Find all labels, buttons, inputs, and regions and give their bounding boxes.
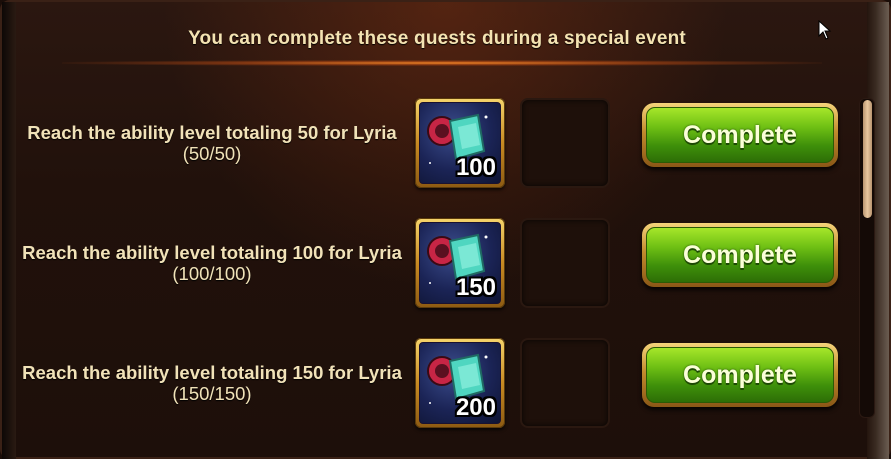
reward-slot[interactable]: 200 [415,338,505,428]
mouse-pointer-icon [818,20,832,40]
reward-slot[interactable]: 150 [415,218,505,308]
panel-title: You can complete these quests during a s… [188,28,686,49]
scrollbar-thumb[interactable] [863,100,872,218]
reward-count: 100 [455,154,496,181]
quest-progress: (100/100) [172,263,252,284]
quest-title: Reach the ability level totaling 100 for… [22,242,402,263]
scrollbar[interactable] [859,98,875,418]
complete-button[interactable]: Complete [642,103,838,167]
complete-button-label: Complete [646,347,834,403]
panel-left-edge [2,2,16,459]
quest-progress: (50/50) [182,143,242,164]
quest-panel: You can complete these quests during a s… [0,0,891,459]
complete-button-label: Complete [646,107,834,163]
quest-row: Reach the ability level totaling 100 for… [16,208,856,318]
reward-slot[interactable]: 100 [415,98,505,188]
empty-reward-slot [520,218,610,308]
quest-progress: (150/150) [172,383,252,404]
empty-reward-slot [520,338,610,428]
reward-count: 150 [455,274,496,301]
quest-row: Reach the ability level totaling 50 for … [16,88,856,198]
complete-button[interactable]: Complete [642,223,838,287]
quest-description: Reach the ability level totaling 100 for… [16,208,408,318]
reward-count: 200 [455,394,496,421]
empty-reward-slot [520,98,610,188]
quest-row: Reach the ability level totaling 150 for… [16,328,856,438]
title-divider [62,60,822,66]
quest-title: Reach the ability level totaling 150 for… [22,362,402,383]
quest-description: Reach the ability level totaling 50 for … [16,88,408,198]
quest-description: Reach the ability level totaling 150 for… [16,328,408,438]
complete-button[interactable]: Complete [642,343,838,407]
complete-button-label: Complete [646,227,834,283]
quest-title: Reach the ability level totaling 50 for … [27,122,397,143]
